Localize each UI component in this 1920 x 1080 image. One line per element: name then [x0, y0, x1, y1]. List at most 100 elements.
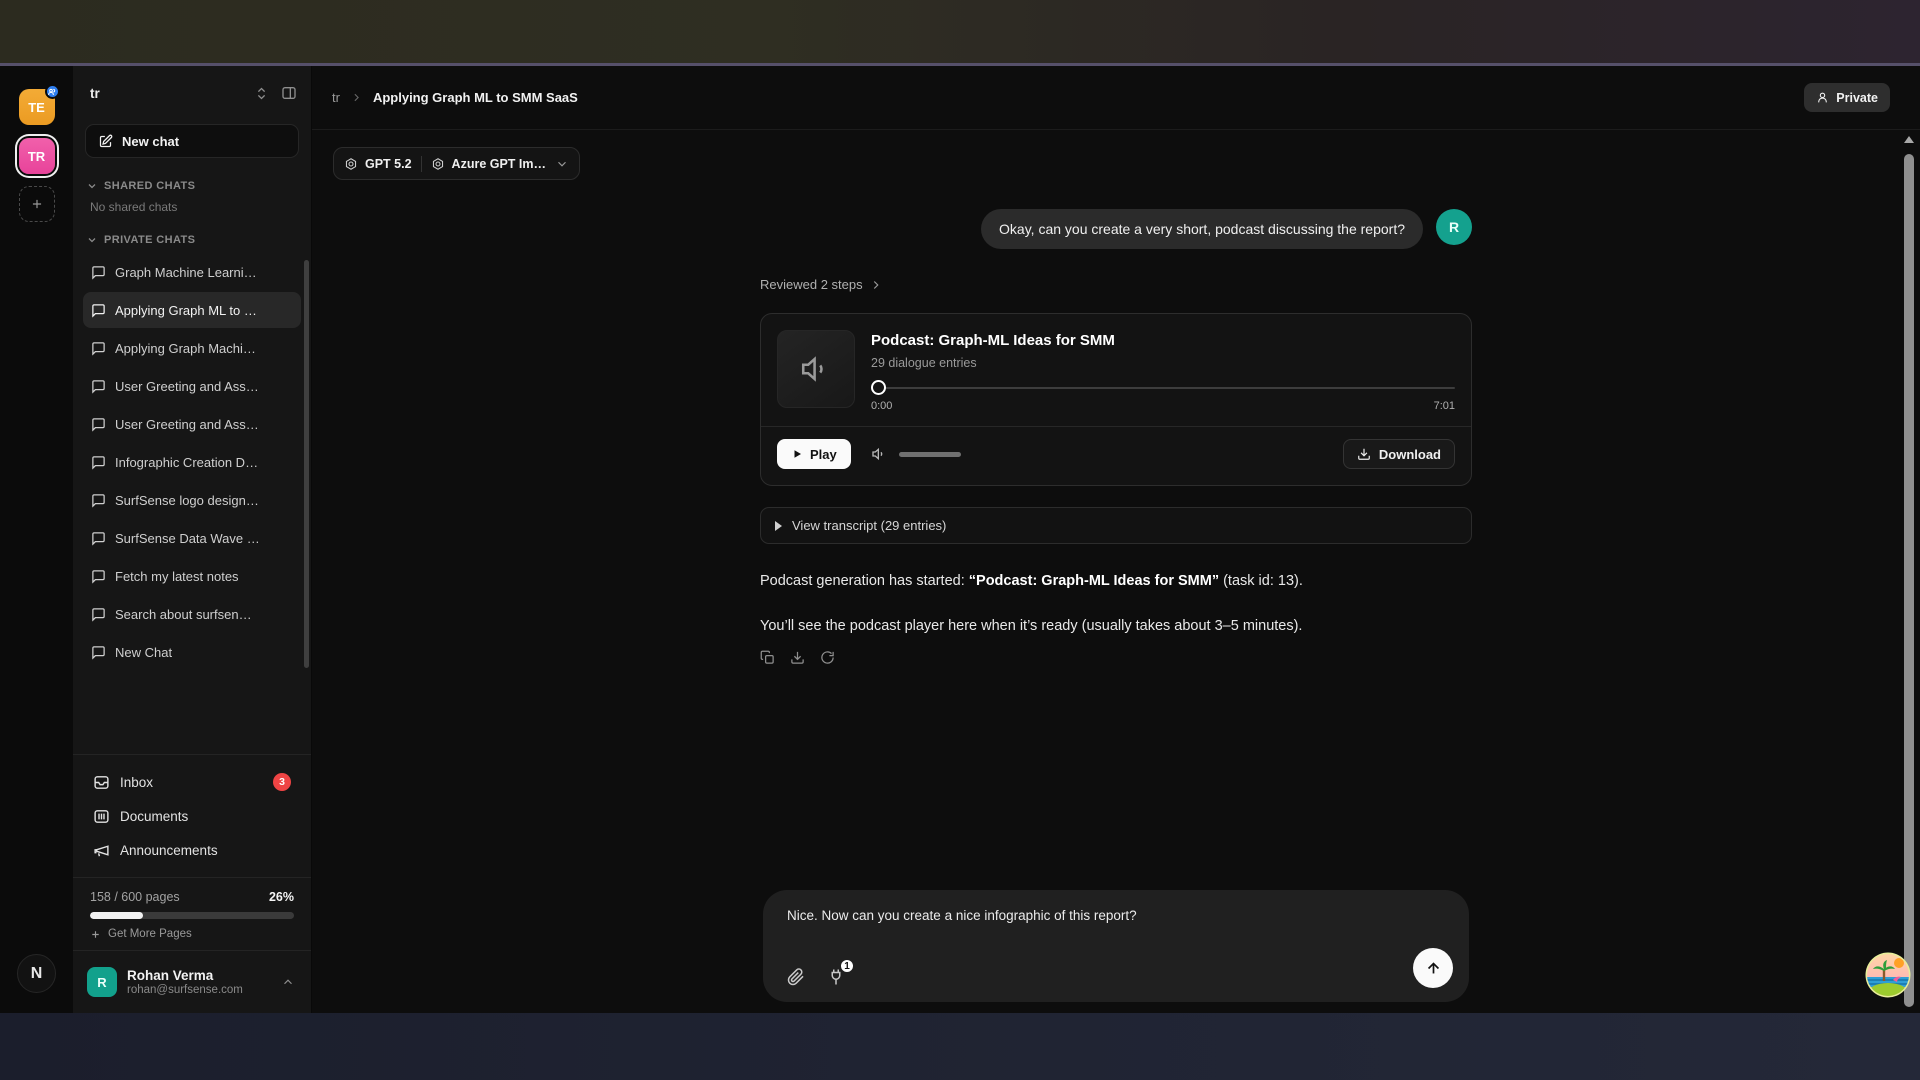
chevron-right-icon: [869, 278, 883, 292]
n-framework-badge[interactable]: N: [17, 954, 56, 993]
workspace-tile-tr-active[interactable]: TR: [19, 138, 55, 174]
chat-title: Applying Graph Machi…: [115, 341, 256, 356]
vertical-scrollbar[interactable]: [1901, 132, 1917, 1009]
chat-title: SurfSense Data Wave …: [115, 531, 260, 546]
chat-bubble-icon: [91, 455, 106, 470]
chat-list-item[interactable]: Graph Machine Learni…: [83, 254, 301, 290]
reviewed-steps-toggle[interactable]: Reviewed 2 steps: [760, 277, 1472, 292]
chat-list-item-active[interactable]: Applying Graph ML to …: [83, 292, 301, 328]
chat-list-item[interactable]: User Greeting and Ass…: [83, 368, 301, 404]
paperclip-icon: [787, 968, 805, 986]
model-selector[interactable]: GPT 5.2 Azure GPT Im…: [333, 147, 580, 180]
chat-bubble-icon: [91, 265, 106, 280]
new-chat-button[interactable]: New chat: [85, 124, 299, 158]
shared-chats-header[interactable]: SHARED CHATS: [73, 170, 311, 198]
seek-thumb[interactable]: [871, 380, 886, 395]
collapse-sidebar-button[interactable]: [279, 83, 299, 103]
message-actions: [760, 650, 1472, 665]
island-sticker-badge[interactable]: [1864, 951, 1912, 999]
copy-button[interactable]: [760, 650, 775, 665]
chat-list-item[interactable]: SurfSense Data Wave …: [83, 520, 301, 556]
volume-icon: [871, 446, 887, 462]
volume-slider[interactable]: [899, 452, 961, 457]
get-more-label: Get More Pages: [108, 928, 192, 940]
chat-list-item[interactable]: New Chat: [83, 634, 301, 670]
composer[interactable]: Nice. Now can you create a nice infograp…: [763, 890, 1469, 1002]
documents-icon: [93, 808, 110, 825]
chevron-down-icon[interactable]: [555, 157, 569, 171]
user-avatar: R: [1436, 209, 1472, 245]
inbox-unread-badge: 3: [273, 773, 291, 791]
download-label: Download: [1379, 447, 1441, 462]
chevrons-up-down-icon: [254, 86, 269, 101]
seek-slider[interactable]: [871, 380, 1455, 396]
sidebar-item-announcements[interactable]: Announcements: [85, 833, 299, 867]
chat-title: Fetch my latest notes: [115, 569, 239, 584]
status-prefix: Podcast generation has started:: [760, 573, 969, 589]
pages-percent-label: 26%: [269, 890, 294, 904]
chat-list-item[interactable]: Search about surfsen…: [83, 596, 301, 632]
speaker-icon: [799, 352, 833, 386]
download-button[interactable]: Download: [1343, 439, 1455, 469]
chat-list-item[interactable]: Infographic Creation D…: [83, 444, 301, 480]
plus-icon: [30, 197, 44, 211]
chat-title: Infographic Creation D…: [115, 455, 258, 470]
chat-bubble-icon: [91, 379, 106, 394]
chat-bubble-icon: [91, 303, 106, 318]
attach-file-button[interactable]: [787, 968, 805, 986]
play-icon: [791, 448, 803, 460]
chat-list-item[interactable]: Applying Graph Machi…: [83, 330, 301, 366]
chat-list-item[interactable]: User Greeting and Ass…: [83, 406, 301, 442]
openai-logo-icon: [431, 157, 445, 171]
shared-chats-empty: No shared chats: [73, 198, 311, 224]
divider: [761, 426, 1471, 427]
model-segment-secondary[interactable]: Azure GPT Im…: [431, 157, 546, 171]
connectors-button[interactable]: 1: [827, 968, 845, 986]
model-name: GPT 5.2: [365, 157, 412, 171]
message-input[interactable]: Nice. Now can you create a nice infograp…: [787, 908, 1449, 923]
chat-list-scrollbar[interactable]: [304, 260, 309, 668]
chevron-right-icon: [350, 91, 363, 104]
model-segment-primary[interactable]: GPT 5.2: [344, 157, 412, 171]
workspace-name: tr: [90, 86, 244, 101]
chat-list-item[interactable]: Fetch my latest notes: [83, 558, 301, 594]
profile-email: rohan@surfsense.com: [127, 984, 269, 996]
breadcrumb-workspace[interactable]: tr: [332, 90, 340, 105]
workspace-tile-te[interactable]: TE: [19, 89, 55, 125]
chat-bubble-icon: [91, 607, 106, 622]
chat-list-item[interactable]: SurfSense logo design…: [83, 482, 301, 518]
private-chats-header[interactable]: PRIVATE CHATS: [73, 224, 311, 252]
transcript-toggle[interactable]: View transcript (29 entries): [760, 507, 1472, 544]
nav-label: Announcements: [120, 843, 218, 858]
regenerate-button[interactable]: [820, 650, 835, 665]
scrollbar-thumb[interactable]: [1904, 154, 1914, 1007]
play-button[interactable]: Play: [777, 439, 851, 469]
section-label: SHARED CHATS: [104, 180, 195, 192]
get-more-pages-button[interactable]: Get More Pages: [90, 928, 294, 940]
volume-control[interactable]: [871, 446, 961, 462]
chat-title: Search about surfsen…: [115, 607, 252, 622]
sidebar-item-documents[interactable]: Documents: [85, 799, 299, 833]
sidebar-item-inbox[interactable]: Inbox 3: [85, 765, 299, 799]
assistant-status-line1: Podcast generation has started: “Podcast…: [760, 571, 1472, 591]
n-logo-letter: N: [31, 965, 43, 983]
chat-title: New Chat: [115, 645, 172, 660]
podcast-entry-count: 29 dialogue entries: [871, 356, 1455, 370]
main-header: tr Applying Graph ML to SMM SaaS Private: [312, 66, 1920, 130]
play-label: Play: [810, 447, 837, 462]
scrollbar-up-arrow[interactable]: [1904, 136, 1914, 143]
download-message-button[interactable]: [790, 650, 805, 665]
send-button[interactable]: [1413, 948, 1453, 988]
pencil-square-icon: [98, 134, 113, 149]
conversation: Okay, can you create a very short, podca…: [760, 130, 1472, 665]
add-workspace-button[interactable]: [19, 186, 55, 222]
new-chat-label: New chat: [122, 134, 179, 149]
workspace-switcher-button[interactable]: [252, 84, 271, 103]
steps-label: Reviewed 2 steps: [760, 277, 863, 292]
profile-menu-button[interactable]: R Rohan Verma rohan@surfsense.com: [73, 951, 311, 1013]
workspace-initials: TR: [28, 149, 45, 164]
sidebar-nav: Inbox 3 Documents Announcements: [73, 755, 311, 877]
chevron-up-icon: [279, 973, 297, 991]
nav-label: Inbox: [120, 775, 153, 790]
privacy-toggle-button[interactable]: Private: [1804, 83, 1890, 112]
